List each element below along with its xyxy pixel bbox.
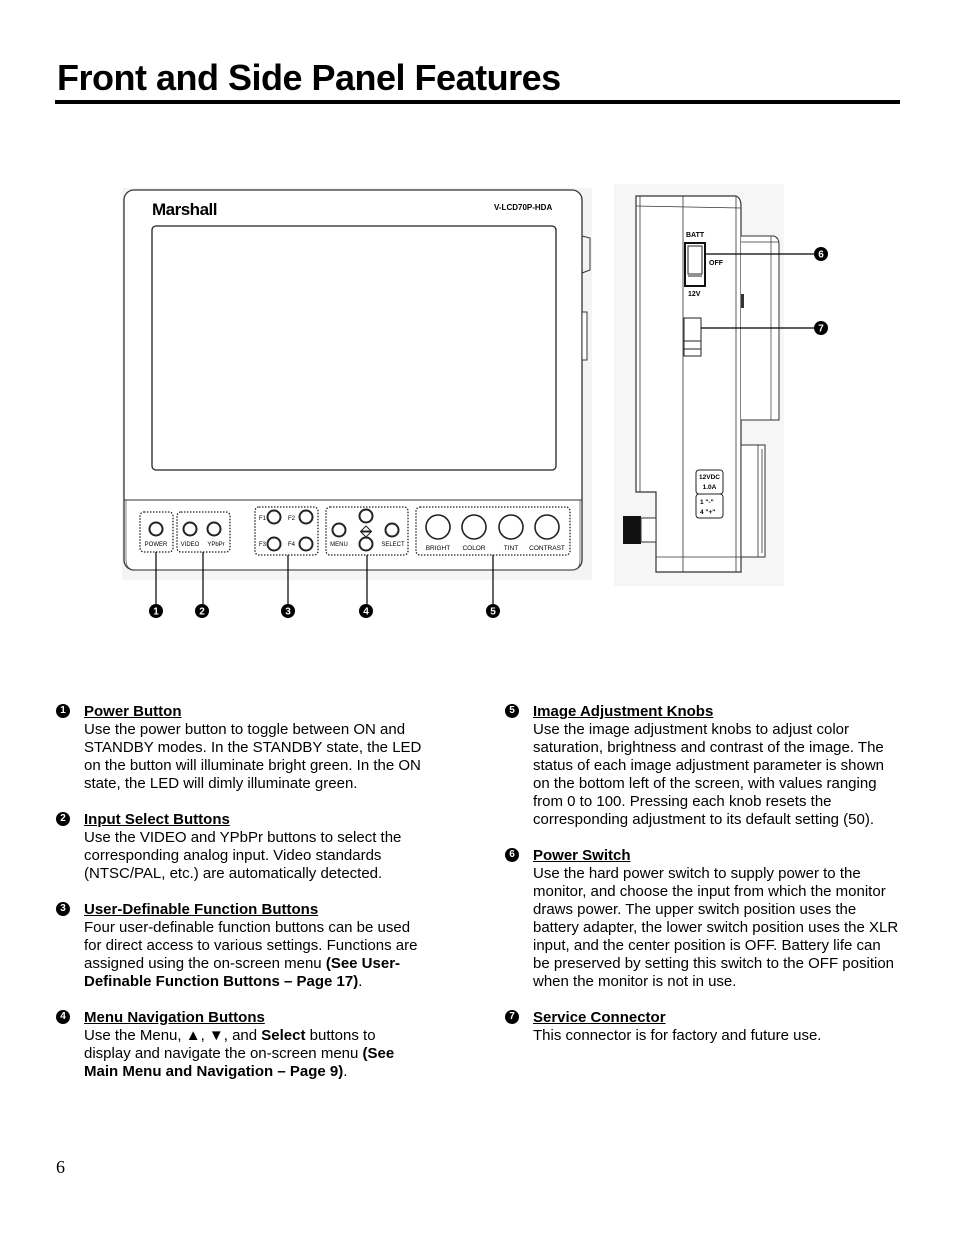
feature-service-connector: 7 Service Connector This connector is fo… (505, 1009, 900, 1045)
callout-number: 2 (56, 812, 70, 826)
feature-column-left: 1 Power Button Use the power button to t… (56, 703, 426, 1099)
up-button[interactable] (358, 508, 374, 524)
feature-column-right: 5 Image Adjustment Knobs Use the image a… (505, 703, 900, 1063)
feature-title: Service Connector (533, 1009, 666, 1026)
feature-body: Use the power button to toggle between O… (84, 721, 422, 792)
feature-body: This connector is for factory and future… (533, 1027, 822, 1044)
callout-number-6: 6 (818, 250, 824, 261)
callout-number: 7 (505, 1010, 519, 1024)
feature-power-switch: 6 Power Switch Use the hard power switch… (505, 847, 900, 991)
pin-label-line1: 1 "-" (700, 499, 714, 506)
feature-body: Use the VIDEO and YPbPr buttons to selec… (84, 829, 402, 882)
feature-body-end: . (358, 973, 363, 990)
menu-button[interactable] (331, 522, 347, 538)
power-button[interactable] (148, 521, 164, 537)
f4-button[interactable] (298, 536, 314, 552)
power-button-label: POWER (145, 542, 168, 548)
feature-title: User-Definable Function Buttons (84, 901, 319, 918)
knob-label-contrast: CONTRAST (529, 545, 565, 552)
f2-button[interactable] (298, 509, 314, 525)
f1-button[interactable] (266, 509, 282, 525)
xlr-connector (623, 516, 641, 544)
12v-label: 12V (688, 291, 701, 298)
service-connector (683, 317, 702, 357)
knob-label-color: COLOR (462, 545, 485, 552)
knob-tint[interactable] (498, 514, 524, 540)
menu-button-label: MENU (330, 542, 348, 548)
page-number: 6 (56, 1157, 65, 1177)
feature-body: Use the image adjustment knobs to adjust… (533, 721, 885, 828)
callout-number-1: 1 (153, 607, 159, 618)
feature-title: Image Adjustment Knobs (533, 703, 714, 720)
side-panel-drawing: BATT OFF 12V 12VDC 1.0A 1 "-" 4 "+" (614, 184, 814, 586)
feature-body-end: . (343, 1063, 348, 1080)
video-button-label: VIDEO (181, 542, 200, 548)
callout-number-5: 5 (490, 607, 496, 618)
select-button[interactable] (384, 522, 400, 538)
feature-title: Input Select Buttons (84, 811, 230, 828)
f2-label: F2 (288, 516, 296, 522)
f1-label: F1 (259, 516, 267, 522)
ypbpr-button-label: YPbPr (207, 542, 224, 548)
power-rating-line2: 1.0A (703, 484, 717, 491)
feature-menu-navigation-buttons: 4 Menu Navigation Buttons Use the Menu, … (56, 1009, 426, 1081)
feature-input-select-buttons: 2 Input Select Buttons Use the VIDEO and… (56, 811, 426, 883)
feature-body-text: Use the Menu, ▲, ▼, and (84, 1027, 262, 1044)
batt-label: BATT (686, 232, 705, 239)
feature-body: Use the hard power switch to supply powe… (533, 865, 899, 990)
callout-number: 3 (56, 902, 70, 916)
feature-body: Use the Menu, ▲, ▼, and Select buttons t… (84, 1027, 426, 1081)
feature-power-button: 1 Power Button Use the power button to t… (56, 703, 426, 793)
callout-number-2: 2 (199, 607, 205, 618)
feature-title: Power Switch (533, 847, 631, 864)
feature-image-adjustment-knobs: 5 Image Adjustment Knobs Use the image a… (505, 703, 900, 829)
knob-color[interactable] (461, 514, 487, 540)
knob-contrast[interactable] (534, 514, 560, 540)
callout-number-4: 4 (363, 607, 369, 618)
select-keyword: Select (261, 1027, 306, 1044)
feature-title: Menu Navigation Buttons (84, 1009, 265, 1026)
panel-figure: Marshall V-LCD70P-HDA POWER VIDEO YPbPr … (0, 0, 954, 660)
f4-label: F4 (288, 542, 296, 548)
knob-label-tint: TINT (504, 545, 518, 552)
down-button[interactable] (358, 536, 374, 552)
callout-number: 6 (505, 848, 519, 862)
callout-number-3: 3 (285, 607, 291, 618)
select-button-label: SELECT (381, 542, 405, 548)
lcd-screen (151, 225, 557, 471)
off-label: OFF (709, 260, 724, 267)
knob-bright[interactable] (425, 514, 451, 540)
feature-body: Four user-definable function buttons can… (84, 919, 426, 991)
feature-title: Power Button (84, 703, 182, 720)
brand-logo: Marshall (152, 200, 217, 219)
callout-number: 4 (56, 1010, 70, 1024)
callout-number: 5 (505, 704, 519, 718)
front-panel-drawing: Marshall V-LCD70P-HDA POWER VIDEO YPbPr … (122, 188, 592, 604)
power-rating-line1: 12VDC (699, 474, 720, 481)
f3-button[interactable] (266, 536, 282, 552)
knob-label-bright: BRIGHT (426, 545, 451, 552)
callout-number-7: 7 (818, 324, 824, 335)
f3-label: F3 (259, 542, 267, 548)
feature-user-definable-function-buttons: 3 User-Definable Function Buttons Four u… (56, 901, 426, 991)
model-label: V-LCD70P-HDA (494, 203, 552, 212)
callout-number: 1 (56, 704, 70, 718)
video-button[interactable] (182, 521, 198, 537)
pin-label-line2: 4 "+" (700, 509, 715, 516)
ypbpr-button[interactable] (206, 521, 222, 537)
